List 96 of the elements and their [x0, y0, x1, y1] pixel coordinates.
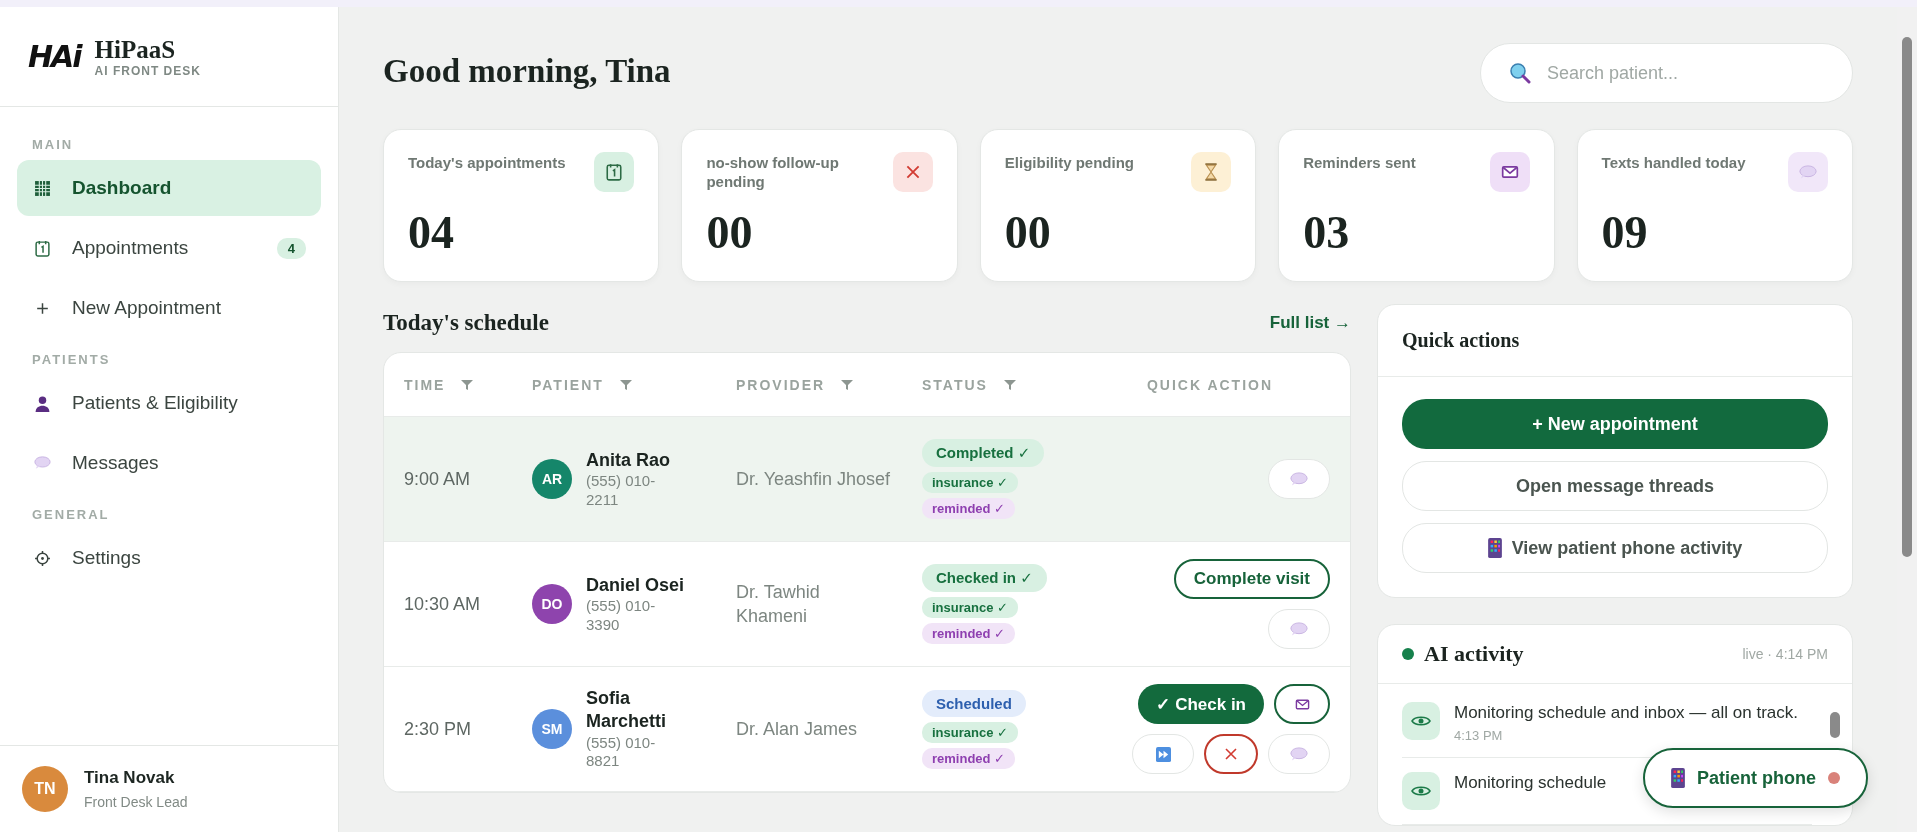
check-in-button[interactable]: ✓ Check in — [1138, 684, 1264, 724]
schedule-row[interactable]: 2:30 PM SM Sofia Marchetti (555) 010-8821 Dr. Alan James Scheduled insurance ✓ reminded ✓ ✓ Check in — [384, 667, 1350, 792]
cross-icon — [1223, 746, 1239, 762]
complete-visit-button[interactable]: Complete visit — [1173, 559, 1330, 599]
activity-text: Monitoring schedule and inbox — all on track. — [1454, 702, 1798, 724]
patient-phone-button[interactable]: Patient phone — [1643, 748, 1868, 808]
status-pill: Completed ✓ — [922, 439, 1045, 467]
status-tag: reminded ✓ — [922, 498, 1016, 519]
chat-bubble-icon — [1290, 621, 1308, 637]
eye-icon — [1411, 715, 1431, 727]
status-pill: Checked in ✓ — [922, 564, 1047, 592]
brand-logo: HAi — [28, 39, 81, 74]
ai-activity-title: AI activity — [1424, 641, 1525, 667]
mail-button[interactable] — [1274, 684, 1330, 724]
activity-time: 4:13 PM — [1454, 728, 1504, 744]
nav-section-title: PATIENTS — [31, 351, 112, 369]
chat-bubble-icon — [33, 456, 51, 470]
stat-value: 09 — [1601, 206, 1649, 259]
stat-label: Eligibility pending — [1004, 154, 1134, 173]
activity-text: Monitoring schedule — [1454, 772, 1607, 795]
provider-cell-text: Dr. Alan James — [736, 717, 859, 741]
patient-avatar: DO — [532, 584, 572, 624]
filter-icon[interactable] — [841, 378, 854, 391]
nav-item[interactable]: New Appointment — [17, 280, 321, 336]
user-role: Front Desk Lead — [84, 794, 188, 810]
schedule-row[interactable]: 10:30 AM DO Daniel Osei (555) 010-3390 Dr. Tawhid Khameni Checked in ✓ insurance ✓ reminded ✓ Complete visit — [384, 542, 1350, 667]
new-appointment-button[interactable]: + New appointment — [1402, 399, 1828, 449]
brand-tagline: AI FRONT DESK — [94, 63, 201, 78]
status-tag: reminded ✓ — [922, 747, 1016, 769]
chat-bubble-icon — [1290, 471, 1308, 487]
nav-item[interactable]: Settings — [17, 530, 321, 586]
patient-name: Sofia Marchetti — [586, 686, 667, 734]
stat-label: Today's appointments — [408, 154, 566, 173]
user-avatar: TN — [22, 766, 68, 812]
calendar-icon — [605, 163, 624, 181]
schedule-row[interactable]: 9:00 AM AR Anita Rao (555) 010-2211 Dr. Yeashfin Jhosef Completed ✓ insurance ✓ reminded ✓ — [384, 417, 1350, 542]
provider-cell-text: Dr. Tawhid Khameni — [736, 580, 821, 628]
provider-cell-text: Dr. Yeashfin Jhosef — [736, 467, 892, 491]
stat-value: 00 — [706, 206, 754, 259]
live-dot-icon — [1402, 648, 1414, 660]
stat-label: Reminders sent — [1303, 154, 1416, 173]
chat-bubble-icon — [1290, 746, 1308, 762]
nav-item[interactable]: Dashboard — [17, 160, 321, 216]
patient-name: Anita Rao — [586, 448, 671, 472]
scrollbar[interactable] — [1897, 7, 1917, 832]
phone-activity-button[interactable]: View patient phone activity — [1402, 523, 1828, 573]
status-pill: Scheduled — [922, 689, 1026, 717]
stat-value: 00 — [1004, 206, 1052, 259]
mail-icon — [1500, 163, 1519, 181]
quick-actions-title: Quick actions — [1378, 305, 1852, 377]
eye-icon — [1411, 785, 1431, 798]
patient-avatar: AR — [532, 459, 572, 499]
nav-item[interactable]: Messages — [17, 435, 321, 491]
stat-value: 04 — [408, 206, 455, 259]
stat-value: 03 — [1303, 206, 1351, 259]
phone-icon — [1671, 768, 1685, 788]
time-cell-text: 9:00 AM — [404, 468, 472, 490]
patient-avatar: SM — [532, 709, 572, 749]
chat-bubble-icon — [1799, 164, 1817, 180]
message-threads-button[interactable]: Open message threads — [1402, 461, 1828, 511]
filter-icon[interactable] — [1003, 378, 1016, 391]
settings-icon — [33, 549, 51, 567]
patient-phone: (555) 010-2211 — [586, 471, 657, 510]
status-tag: reminded ✓ — [922, 623, 1016, 644]
filter-icon[interactable] — [619, 378, 632, 391]
person-icon — [33, 394, 51, 412]
phone-icon — [1487, 538, 1502, 558]
nav-section-title: GENERAL — [31, 506, 111, 524]
stat-label: no-show follow-up pending — [706, 154, 840, 192]
patient-phone: (555) 010-3390 — [586, 596, 657, 635]
stat-label: Texts handled today — [1601, 154, 1746, 173]
patient-name: Daniel Osei — [586, 573, 686, 597]
full-list-link[interactable]: Full list → — [1269, 313, 1351, 333]
cancel-button[interactable] — [1204, 734, 1258, 774]
live-time: live · 4:14 PM — [1742, 646, 1828, 662]
fast-forward-icon — [1155, 746, 1171, 762]
search-icon — [1508, 61, 1532, 85]
status-tag: insurance ✓ — [922, 597, 1018, 618]
greeting-heading: Good morning, Tina — [383, 53, 671, 90]
status-tag: insurance ✓ — [922, 472, 1018, 493]
nav-item[interactable]: Patients & Eligibility — [17, 375, 321, 431]
time-cell-text: 10:30 AM — [404, 593, 482, 615]
time-cell-text: 2:30 PM — [404, 718, 473, 740]
count-badge: 4 — [276, 237, 306, 259]
patient-phone: (555) 010-8821 — [586, 733, 657, 772]
nav-section-title: MAIN — [31, 136, 75, 154]
search-field[interactable]: Search patient... — [1480, 43, 1853, 103]
schedule-title: Today's schedule — [383, 310, 549, 336]
grid-icon — [33, 179, 51, 197]
skip-button[interactable] — [1132, 734, 1194, 774]
calendar-icon — [33, 239, 51, 257]
user-name: Tina Novak — [84, 768, 176, 788]
nav-item[interactable]: Appointments 4 — [17, 220, 321, 276]
filter-icon[interactable] — [461, 378, 474, 391]
status-tag: insurance ✓ — [922, 721, 1018, 743]
brand-name: HiPaaS — [94, 35, 177, 64]
